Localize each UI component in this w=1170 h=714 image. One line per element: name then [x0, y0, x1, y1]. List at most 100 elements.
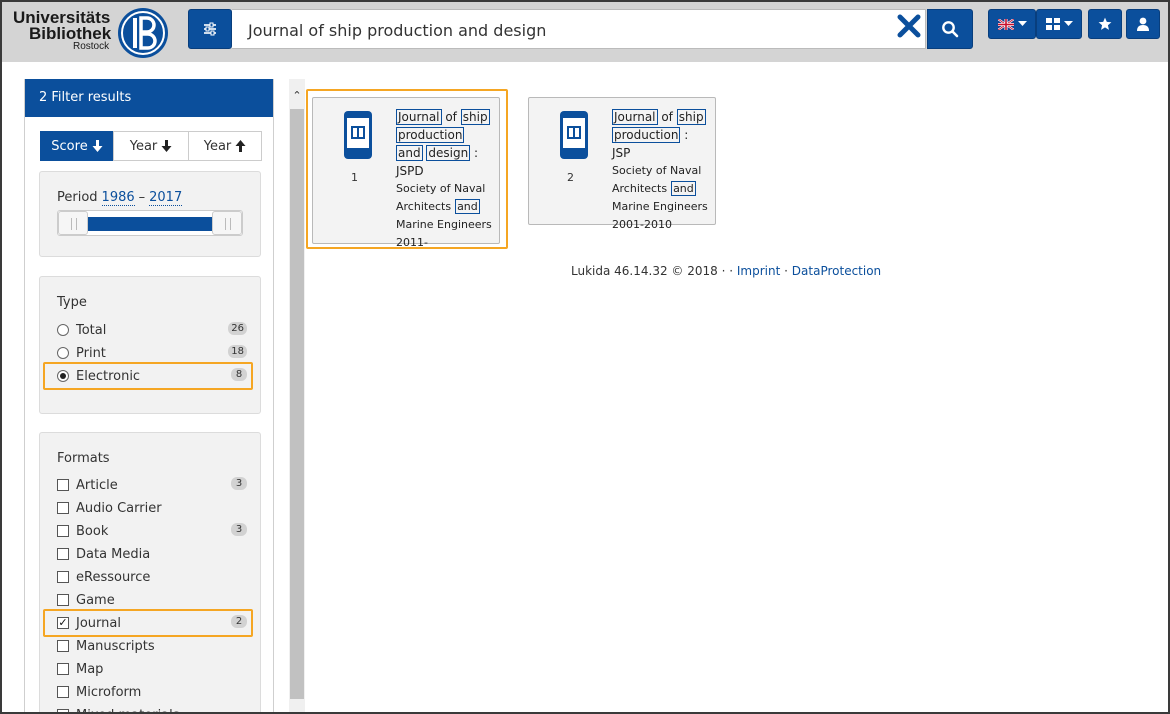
result-title[interactable]: Journal of ship production and design : … [396, 108, 494, 180]
type-filter-title: Type [57, 295, 87, 310]
type-option-total[interactable]: Total 26 [57, 320, 247, 340]
checkbox[interactable] [57, 479, 69, 491]
radio-button[interactable] [57, 370, 69, 382]
page-footer: Lukida 46.14.32 © 2018 · · Imprint · Dat… [571, 264, 881, 278]
period-range-fill [88, 217, 214, 231]
checkbox[interactable] [57, 640, 69, 652]
format-option-audio-carrier[interactable]: Audio Carrier [57, 498, 247, 518]
radio-button[interactable] [57, 324, 69, 336]
format-option-count-badge: 3 [231, 477, 247, 490]
period-to[interactable]: 2017 [149, 190, 183, 206]
filter-results-header: 2 Filter results [25, 79, 273, 117]
imprint-link[interactable]: Imprint [737, 264, 780, 278]
filter-toggle-button[interactable] [188, 9, 232, 49]
user-account-button[interactable] [1126, 9, 1160, 39]
format-option-eressource[interactable]: eRessource [57, 567, 247, 587]
type-option-label: Electronic [76, 368, 141, 384]
search-input-value: Journal of ship production and design [248, 21, 547, 40]
radio-button[interactable] [57, 347, 69, 359]
result-description: Journal of ship production : JSP Society … [612, 108, 710, 234]
format-option-journal[interactable]: ✓ Journal 2 [57, 613, 247, 633]
publisher-line: Society of Naval [396, 182, 486, 195]
sort-score-desc-button[interactable]: Score [40, 131, 114, 161]
format-option-label: Map [76, 661, 104, 677]
results-scrollbar[interactable]: ⌃ [289, 79, 305, 712]
sort-year-asc-label: Year [203, 138, 232, 154]
period-slider-handle-max[interactable] [212, 211, 242, 235]
publisher-line: Architects [396, 200, 452, 213]
caret-down-icon [1063, 21, 1073, 26]
grid-view-icon [1045, 18, 1060, 30]
checkbox[interactable] [57, 594, 69, 606]
view-mode-button[interactable] [1036, 9, 1082, 39]
arrow-down-icon [92, 140, 103, 152]
star-icon [1098, 17, 1112, 30]
period-range-slider[interactable] [57, 210, 243, 236]
format-option-article[interactable]: Article 3 [57, 475, 247, 495]
publisher-line: 2011- [396, 236, 428, 249]
type-filter-panel: Type Total 26 Print 18 Electronic 8 [39, 276, 261, 414]
title-search-term: ship [676, 109, 706, 125]
checkbox[interactable] [57, 686, 69, 698]
type-option-print[interactable]: Print 18 [57, 343, 247, 363]
period-from[interactable]: 1986 [101, 190, 135, 206]
format-option-mixed-materials[interactable]: Mixed materials [57, 705, 247, 712]
search-input[interactable]: Journal of ship production and design [232, 9, 926, 49]
arrow-down-icon [161, 140, 172, 152]
result-number: 1 [351, 171, 358, 184]
checkbox[interactable] [57, 663, 69, 675]
logo-text-line3: Rostock [73, 41, 110, 52]
format-option-label: Data Media [76, 546, 151, 562]
uk-flag-icon [997, 18, 1014, 30]
period-filter-panel: Period 1986 – 2017 [39, 171, 261, 257]
sort-year-desc-button[interactable]: Year [113, 131, 189, 161]
clear-search-icon[interactable] [895, 12, 923, 40]
scroll-up-arrow-icon[interactable]: ⌃ [289, 89, 305, 103]
checkbox-checked-icon[interactable]: ✓ [57, 617, 69, 629]
scrollbar-thumb[interactable] [290, 109, 304, 699]
result-card[interactable]: 1 Journal of ship production and design :… [312, 97, 500, 249]
format-option-map[interactable]: Map [57, 659, 247, 679]
title-search-term: of [445, 110, 457, 124]
format-option-manuscripts[interactable]: Manuscripts [57, 636, 247, 656]
filter-sidebar: 2 Filter results Score Year Year Period … [24, 79, 274, 712]
result-card[interactable]: 2 Journal of ship production : JSP Society… [528, 97, 716, 231]
user-icon [1137, 17, 1149, 31]
result-number: 2 [567, 171, 574, 184]
search-button[interactable] [927, 9, 973, 49]
format-option-label: Microform [76, 684, 142, 700]
format-option-microform[interactable]: Microform [57, 682, 247, 702]
ejournal-device-icon [343, 110, 373, 160]
checkbox[interactable] [57, 548, 69, 560]
sort-year-asc-button[interactable]: Year [188, 131, 262, 161]
sort-year-desc-label: Year [129, 138, 158, 154]
checkbox[interactable] [57, 525, 69, 537]
period-label-row: Period 1986 – 2017 [57, 190, 183, 206]
data-protection-link[interactable]: DataProtection [792, 264, 881, 278]
checkbox[interactable] [57, 709, 69, 712]
period-slider-handle-min[interactable] [58, 211, 88, 235]
checkbox[interactable] [57, 502, 69, 514]
title-search-term: and [396, 145, 423, 161]
format-option-game[interactable]: Game [57, 590, 247, 610]
sliders-icon [204, 22, 216, 36]
language-selector-button[interactable] [988, 9, 1036, 39]
title-search-term: Journal [396, 109, 442, 125]
library-logo[interactable]: Universitäts Bibliothek Rostock [12, 6, 172, 58]
type-option-count-badge: 26 [228, 322, 247, 335]
checkbox[interactable] [57, 571, 69, 583]
format-option-label: Audio Carrier [76, 500, 162, 516]
type-option-count-badge: 8 [231, 368, 247, 381]
format-option-label: Article [76, 477, 118, 493]
formats-filter-title: Formats [57, 451, 110, 466]
format-option-label: Manuscripts [76, 638, 155, 654]
format-option-data-media[interactable]: Data Media [57, 544, 247, 564]
publisher-line: 2001-2010 [612, 218, 672, 231]
top-bar: Universitäts Bibliothek Rostock Journal [2, 2, 1168, 62]
format-option-book[interactable]: Book 3 [57, 521, 247, 541]
search-icon [942, 21, 959, 38]
result-title[interactable]: Journal of ship production : JSP [612, 108, 710, 162]
favorites-button[interactable] [1088, 9, 1122, 39]
format-option-count-badge: 3 [231, 523, 247, 536]
type-option-electronic[interactable]: Electronic 8 [57, 366, 247, 386]
